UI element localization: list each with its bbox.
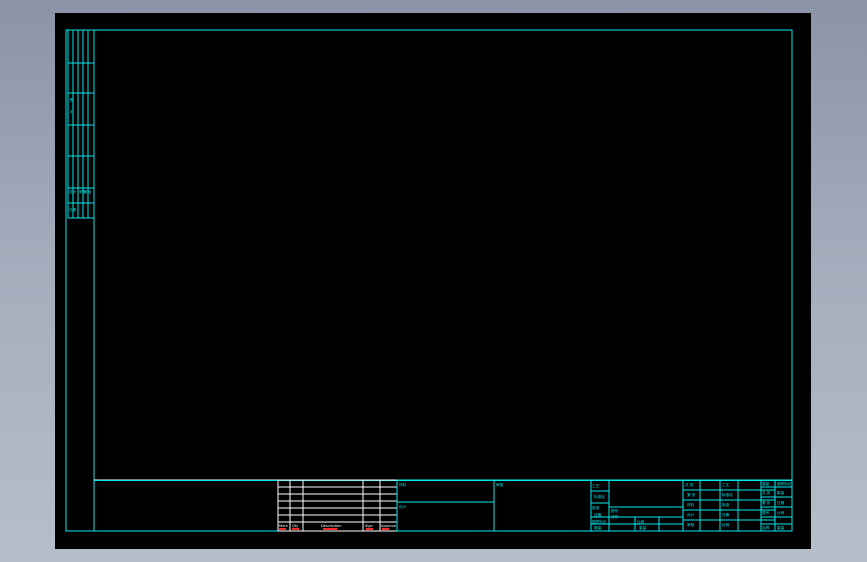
strip-label-6: 日期 [69, 207, 77, 212]
tb-cell-19: 日期 [722, 512, 730, 517]
tb-cell-29: 比例 [777, 510, 785, 515]
strip-label-2: 字 [70, 109, 74, 114]
tb-cell-15: 审核 [687, 522, 695, 527]
tb-cell-23: 第 张 [762, 500, 771, 505]
rev-header-description: Description [321, 524, 341, 528]
outer-border [65, 29, 793, 532]
tb-cell-13: 材料 [687, 502, 695, 507]
tb-cell-6: 名称 [611, 514, 619, 519]
tb-cell-30: 重量 [777, 525, 785, 530]
rev-header-approve: Approve [381, 524, 397, 528]
tb-cell-16: 工艺 [722, 482, 730, 487]
tb-cell-7: 图样标记 [592, 519, 607, 524]
tb-cell-26: 图样标记 [777, 481, 792, 486]
rev-mark-red-3 [323, 528, 337, 530]
tb-cell-27: 数量 [777, 490, 785, 495]
rev-header-qty: Qty [292, 524, 299, 528]
tb-cell-2: 标准化 [594, 494, 605, 499]
tb-cell-5: 图号 [611, 508, 619, 513]
left-binding-strip: 签 字 设计 审核 批准 日期 [67, 30, 94, 219]
rev-header-sign: Sign [365, 524, 373, 528]
tb-cell-24: 图号 [762, 510, 770, 515]
strip-label-5: 批准 [84, 189, 92, 194]
middle-label-1: 材料 [399, 482, 407, 487]
drawing-viewport[interactable]: 签 字 设计 审核 批准 日期 Mark Qty Description Sig… [55, 13, 811, 549]
tb-cell-10: 重量 [639, 525, 647, 530]
rev-mark-red-4 [366, 528, 373, 530]
tb-cell-20: 比例 [722, 522, 730, 527]
title-middle-boxes: 材料 设计 审核 [396, 479, 592, 532]
tb-cell-11: 共 张 [685, 482, 694, 487]
title-block-text: 工艺 标准化 批准 日期 图号 名称 图样标记 数量 比例 重量 共 张 第 张… [592, 481, 792, 530]
tb-cell-22: 共 张 [762, 490, 771, 495]
rev-header-mark: Mark [279, 524, 289, 528]
tb-cell-8: 数量 [594, 525, 602, 530]
tb-cell-4: 日期 [594, 512, 602, 517]
cad-drawing-sheet[interactable]: 签 字 设计 审核 批准 日期 Mark Qty Description Sig… [55, 13, 811, 549]
strip-label-3: 设计 [69, 189, 77, 194]
tb-cell-3: 批准 [592, 505, 600, 510]
tb-cell-17: 标准化 [722, 492, 733, 497]
tb-cell-9: 比例 [637, 519, 645, 524]
drawing-frame [93, 29, 793, 532]
middle-label-3: 审核 [496, 482, 504, 487]
rev-mark-red-5 [382, 528, 389, 530]
middle-label-2: 设计 [399, 504, 407, 509]
tb-cell-12: 第 张 [687, 492, 696, 497]
rev-mark-red-2 [292, 528, 299, 530]
tb-cell-18: 批准 [722, 502, 730, 507]
revision-table: Mark Qty Description Sign Approve [277, 479, 398, 532]
rev-mark-red-1 [279, 528, 286, 530]
tb-cell-25: 名称 [762, 525, 770, 530]
tb-cell-1: 工艺 [592, 483, 600, 488]
tb-cell-14: 设计 [687, 512, 695, 517]
tb-cell-28: 日期 [777, 500, 785, 505]
strip-label-1: 签 [70, 97, 74, 102]
tb-cell-21: 重量 [762, 481, 770, 486]
